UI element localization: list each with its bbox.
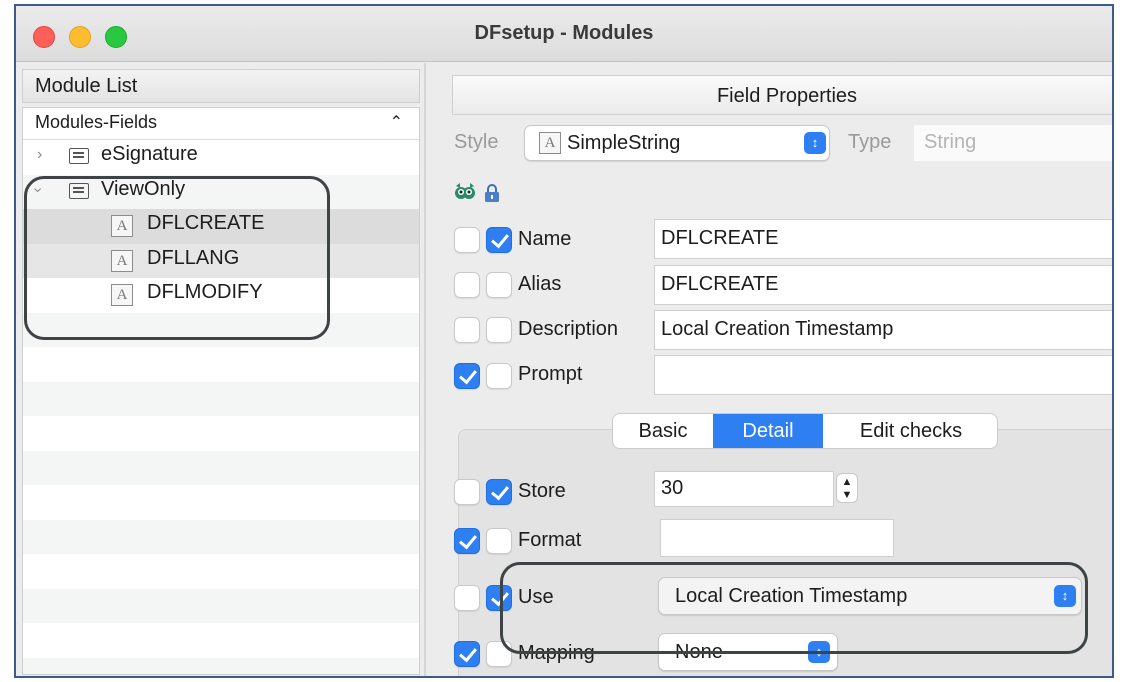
tab-detail[interactable]: Detail [713,414,823,448]
prompt-label: Prompt [518,363,583,385]
alias-field[interactable]: DFLCREATE [654,265,1112,305]
store-label: Store [518,480,566,502]
type-value: String [924,131,977,153]
lock-icon[interactable] [482,183,502,203]
mapping-flag1-checkbox[interactable] [454,641,480,667]
description-flag1-checkbox[interactable] [454,317,480,343]
tree-item-label: ViewOnly [101,177,186,200]
store-field[interactable]: 30 [654,471,834,507]
prompt-field[interactable] [654,355,1112,395]
tree-column-label: Modules-Fields [35,112,158,132]
description-flag2-checkbox[interactable] [486,317,512,343]
tree-row-viewonly[interactable]: › ViewOnly [23,174,419,209]
tab-edit-checks[interactable]: Edit checks [823,414,997,448]
format-flag2-checkbox[interactable] [486,528,512,554]
disclosure-expanded-icon[interactable]: › [29,187,47,192]
tree-row-dflcreate[interactable]: A DFLCREATE [23,209,419,244]
string-field-icon: A [111,284,133,306]
mapping-label: Mapping [518,642,595,664]
format-field[interactable] [660,519,894,557]
tree-row-empty [23,450,419,485]
mapping-popup-arrows-icon[interactable]: ↕ [808,641,830,663]
window-title: DFsetup - Modules [474,22,654,44]
type-label: Type [848,131,892,153]
owl-icon[interactable] [454,181,476,203]
use-label: Use [518,586,554,608]
name-label: Name [518,228,572,250]
alias-flag1-checkbox[interactable] [454,272,480,298]
format-flag1-checkbox[interactable] [454,528,480,554]
module-icon [69,182,89,199]
use-select[interactable]: Local Creation Timestamp [658,577,1082,615]
use-popup-arrows-icon[interactable]: ↕ [1054,585,1076,607]
prompt-flag1-checkbox[interactable] [454,363,480,389]
description-field[interactable]: Local Creation Timestamp [654,310,1112,350]
tree-row-empty [23,381,419,416]
tab-basic[interactable]: Basic [613,414,713,448]
tree-row-esignature[interactable]: › eSignature [23,140,419,175]
tree-row-empty [23,312,419,347]
tree-row-empty [23,657,419,674]
tree-row-empty [23,588,419,623]
tree-row-dfllang[interactable]: A DFLLANG [23,243,419,278]
mapping-flag2-checkbox[interactable] [486,641,512,667]
tree-row-dflmodify[interactable]: A DFLMODIFY [23,278,419,313]
split-divider[interactable] [424,63,426,676]
use-flag2-checkbox[interactable] [486,585,512,611]
use-flag1-checkbox[interactable] [454,585,480,611]
alias-label: Alias [518,273,562,295]
tree-item-label: eSignature [101,143,198,165]
style-label: Style [454,131,499,153]
chevron-up-icon[interactable]: ⌃ [390,112,403,132]
module-list-pane: Module List Modules-Fields ⌃ › eSignatur… [16,63,424,676]
tree-rows: › eSignature › ViewOnly A DFLCREATE A DF… [23,140,419,674]
tree-item-label: DFLLANG [147,246,240,269]
description-label: Description [518,318,619,340]
tree-row-empty [23,416,419,451]
module-icon [69,148,89,164]
field-properties-header: Field Properties [452,75,1112,115]
app-window: DFsetup - Modules Module List Modules-Fi… [14,4,1114,678]
tree-row-empty [23,623,419,658]
module-tree[interactable]: Modules-Fields ⌃ › eSignature › ViewOnly… [22,107,420,675]
format-label: Format [518,529,582,551]
style-select[interactable]: A SimpleString [524,125,830,161]
style-value: SimpleString [567,132,681,154]
disclosure-collapsed-icon[interactable]: › [37,146,42,164]
module-list-header: Module List [22,69,420,103]
tree-row-empty [23,347,419,382]
name-field[interactable]: DFLCREATE [654,219,1112,259]
tree-row-empty [23,554,419,589]
string-field-icon: A [111,249,133,272]
property-tabs: Basic Detail Edit checks [612,413,998,449]
tree-row-empty [23,485,419,520]
prompt-flag2-checkbox[interactable] [486,363,512,389]
name-flag1-checkbox[interactable] [454,227,480,253]
title-bar: DFsetup - Modules [16,6,1112,62]
tree-item-label: DFLMODIFY [147,281,263,303]
alias-flag2-checkbox[interactable] [486,272,512,298]
use-value: Local Creation Timestamp [675,585,908,607]
name-flag2-checkbox[interactable] [486,227,512,253]
store-stepper-icon[interactable]: ▲ ▼ [836,473,858,503]
tree-row-empty [23,519,419,554]
tree-item-label: DFLCREATE [147,212,265,234]
tree-column-header[interactable]: Modules-Fields ⌃ [23,108,419,140]
string-field-icon: A [539,132,561,154]
field-properties-pane: Field Properties Style A SimpleString ↕ … [428,63,1112,676]
store-flag1-checkbox[interactable] [454,479,480,505]
store-flag2-checkbox[interactable] [486,479,512,505]
mapping-value: None [675,641,723,663]
style-popup-arrows-icon[interactable]: ↕ [804,132,826,154]
string-field-icon: A [111,215,133,237]
